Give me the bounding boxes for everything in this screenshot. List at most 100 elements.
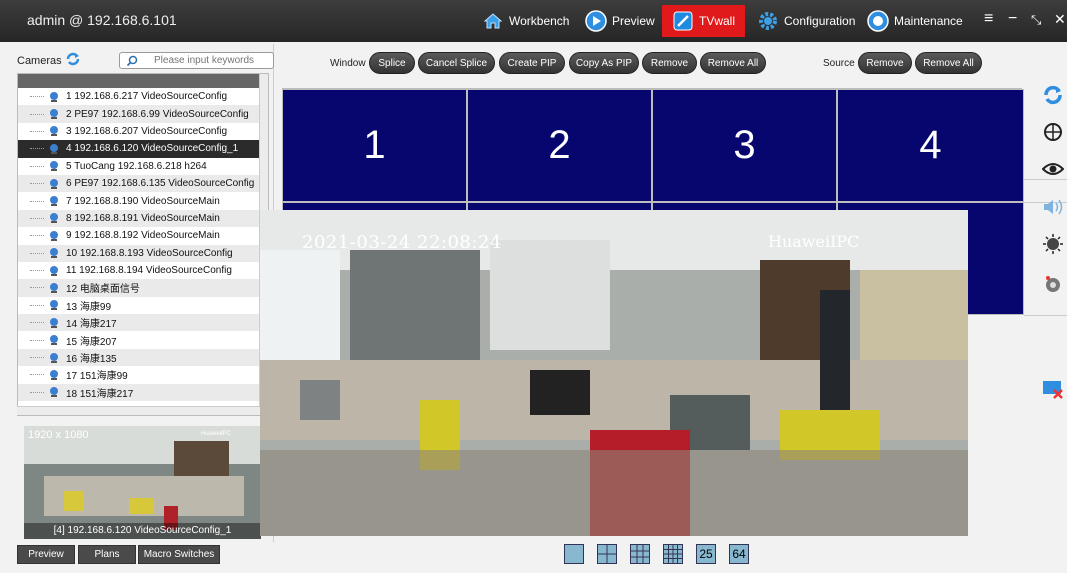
wall-cell-2[interactable]: 2 — [468, 90, 651, 201]
maintenance-icon — [867, 10, 889, 32]
camera-tree-label: 13 海康99 — [66, 301, 112, 313]
camera-tree-item[interactable]: 11 192.168.8.194 VideoSourceConfig — [18, 262, 268, 279]
nav-maintenance[interactable]: Maintenance — [867, 5, 963, 37]
source-label: Source — [823, 58, 855, 69]
splice-button[interactable]: Splice — [369, 52, 415, 74]
camera-tree-item[interactable]: 16 海康135 — [18, 348, 268, 367]
preview-thumbnail[interactable]: 1920 x 1080 HuaweiIPC [4] 192.168.6.120 … — [24, 426, 261, 539]
layout-4x4-button[interactable] — [663, 544, 683, 564]
nav-configuration[interactable]: Configuration — [757, 5, 855, 37]
tree-connector — [30, 183, 44, 185]
camera-tree-item[interactable]: 15 海康207 — [18, 331, 268, 348]
window-remove-button[interactable]: Remove — [642, 52, 697, 74]
cancel-splice-button[interactable]: Cancel Splice — [418, 52, 495, 74]
home-icon — [482, 10, 504, 32]
wall-cell-number: 2 — [548, 123, 571, 167]
tvwall-icon — [672, 10, 694, 32]
camera-tree-label: 3 192.168.6.207 VideoSourceConfig — [66, 125, 228, 137]
tree-connector — [30, 339, 44, 341]
window-label: Window — [330, 58, 366, 69]
wall-cell-4[interactable]: 4 — [838, 90, 1023, 201]
camera-tree-item[interactable]: 17 151海康99 — [18, 366, 268, 383]
camera-icon — [48, 334, 60, 346]
tree-horizontal-scrollbar[interactable] — [17, 406, 269, 415]
tree-connector — [30, 357, 44, 359]
nav-workbench-label: Workbench — [509, 14, 570, 28]
grid-icon — [664, 545, 682, 563]
camera-icon — [48, 265, 60, 277]
camera-search[interactable] — [119, 52, 274, 69]
light-icon[interactable] — [1041, 232, 1065, 256]
camera-icon — [48, 178, 60, 190]
crosshair-icon[interactable] — [1041, 120, 1065, 144]
eye-icon[interactable] — [1041, 157, 1065, 181]
layout-3x3-button[interactable] — [630, 544, 650, 564]
video-frame — [260, 210, 968, 536]
camera-tree: 1 192.168.6.217 VideoSourceConfig 2 PE97 … — [17, 73, 269, 416]
camera-tree-item[interactable]: 5 TuoCang 192.168.6.218 h264 — [18, 158, 268, 175]
nav-preview[interactable]: Preview — [585, 5, 655, 37]
camera-tree-item[interactable]: 1 192.168.6.217 VideoSourceConfig — [18, 88, 268, 105]
tree-connector — [30, 270, 44, 272]
tree-connector — [30, 322, 44, 324]
video-camera-name: HuaweiIPC — [768, 232, 860, 251]
camera-icon — [48, 386, 60, 398]
restore-icon[interactable]: ⤡ — [1031, 12, 1041, 28]
layout-1x1-button[interactable] — [564, 544, 584, 564]
camera-tree-item[interactable]: 7 192.168.8.190 VideoSourceMain — [18, 192, 268, 209]
refresh-icon[interactable] — [65, 51, 81, 70]
tree-connector — [30, 96, 44, 98]
camera-icon — [48, 143, 60, 155]
camera-icon — [48, 230, 60, 242]
tab-macro-switches[interactable]: Macro Switches — [138, 545, 220, 564]
camera-tree-item[interactable]: 18 151海康217 — [18, 383, 268, 402]
camera-icon — [48, 91, 60, 103]
create-pip-button[interactable]: Create PIP — [499, 52, 565, 74]
source-remove-button[interactable]: Remove — [858, 52, 912, 74]
tree-connector — [30, 148, 44, 150]
camera-tree-item[interactable]: 3 192.168.6.207 VideoSourceConfig — [18, 123, 268, 140]
camera-icon — [48, 212, 60, 224]
layout-25-button[interactable]: 25 — [696, 544, 716, 564]
camera-tree-item[interactable]: 10 192.168.8.193 VideoSourceConfig — [18, 244, 268, 262]
camera-control-icon[interactable] — [1041, 272, 1065, 296]
nav-workbench[interactable]: Workbench — [482, 5, 569, 37]
grid-icon — [631, 545, 649, 563]
camera-list: 1 192.168.6.217 VideoSourceConfig 2 PE97 … — [18, 88, 268, 402]
wall-ruler — [282, 77, 1022, 89]
layout-2x2-button[interactable] — [597, 544, 617, 564]
layout-64-button[interactable]: 64 — [729, 544, 749, 564]
monitor-off-icon[interactable] — [1041, 377, 1065, 401]
camera-icon — [48, 108, 60, 120]
camera-tree-label: 17 151海康99 — [66, 371, 128, 383]
menu-icon[interactable]: ≡ — [984, 10, 993, 28]
wall-cell-3[interactable]: 3 — [653, 90, 836, 201]
camera-tree-label: 7 192.168.8.190 VideoSourceMain — [66, 195, 220, 207]
speaker-icon[interactable] — [1041, 195, 1065, 219]
source-remove-all-button[interactable]: Remove All — [915, 52, 982, 74]
tree-connector — [30, 391, 44, 393]
camera-tree-item[interactable]: 13 海康99 — [18, 297, 268, 314]
close-icon[interactable]: ✕ — [1054, 11, 1066, 28]
camera-tree-item[interactable]: 9 192.168.8.192 VideoSourceMain — [18, 227, 268, 244]
camera-tree-item[interactable]: 4 192.168.6.120 VideoSourceConfig_1 — [18, 140, 268, 158]
gear-icon — [757, 10, 779, 32]
camera-panel: Cameras 1 192.168.6.217 VideoSourceConfi… — [6, 44, 274, 542]
tab-preview[interactable]: Preview — [17, 545, 75, 564]
tab-plans[interactable]: Plans — [78, 545, 136, 564]
camera-tree-label: 10 192.168.8.193 VideoSourceConfig — [66, 247, 233, 259]
nav-tvwall[interactable]: TVwall — [662, 5, 745, 37]
window-remove-all-button[interactable]: Remove All — [700, 52, 766, 74]
camera-tree-item[interactable]: 8 192.168.8.191 VideoSourceMain — [18, 209, 268, 228]
nav-tvwall-label: TVwall — [699, 14, 736, 28]
camera-tree-item[interactable]: 2 PE97 192.168.6.99 VideoSourceConfig — [18, 105, 268, 123]
minimize-icon[interactable]: − — [1008, 10, 1017, 28]
camera-tree-item[interactable]: 14 海康217 — [18, 314, 268, 332]
wall-cell-1[interactable]: 1 — [283, 90, 466, 201]
video-window[interactable]: 2021-03-24 22:08:24 HuaweiIPC — [260, 210, 968, 536]
camera-tree-item[interactable]: 6 PE97 192.168.6.135 VideoSourceConfig — [18, 174, 268, 193]
camera-tree-item[interactable]: 12 电脑桌面信号 — [18, 279, 268, 297]
search-input[interactable] — [150, 55, 270, 66]
rotate-icon[interactable] — [1041, 83, 1065, 107]
copy-as-pip-button[interactable]: Copy As PIP — [569, 52, 639, 74]
